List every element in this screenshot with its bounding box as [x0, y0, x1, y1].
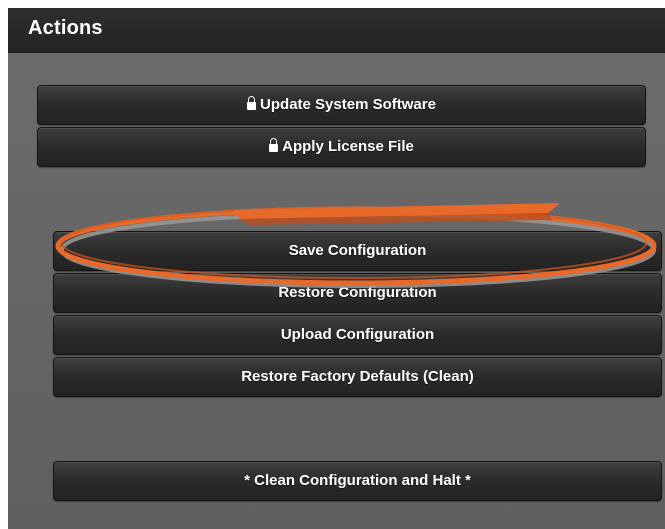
restore-configuration-button[interactable]: Restore Configuration — [53, 273, 662, 313]
apply-license-file-label: Apply License File — [282, 138, 414, 155]
upload-configuration-label: Upload Configuration — [280, 326, 435, 343]
actions-panel: Actions Update System Software Apply Lic… — [8, 8, 665, 529]
panel-title: Actions — [28, 17, 103, 39]
restore-configuration-label: Restore Configuration — [278, 284, 437, 301]
clean-configuration-and-halt-label: * Clean Configuration and Halt * — [244, 472, 471, 489]
panel-header: Actions — [8, 8, 665, 53]
lock-icon — [269, 138, 279, 152]
restore-factory-defaults-label: Restore Factory Defaults (Clean) — [241, 368, 474, 385]
update-system-software-label: Update System Software — [260, 96, 436, 113]
apply-license-file-button[interactable]: Apply License File — [37, 127, 646, 167]
clean-configuration-and-halt-button[interactable]: * Clean Configuration and Halt * — [53, 461, 662, 501]
lock-icon — [247, 96, 257, 110]
panel-body: Update System Software Apply License Fil… — [8, 53, 665, 529]
update-system-software-button[interactable]: Update System Software — [37, 85, 646, 125]
upload-configuration-button[interactable]: Upload Configuration — [53, 315, 662, 355]
save-configuration-button[interactable]: Save Configuration — [53, 231, 662, 271]
save-configuration-label: Save Configuration — [288, 242, 427, 259]
restore-factory-defaults-button[interactable]: Restore Factory Defaults (Clean) — [53, 357, 662, 397]
